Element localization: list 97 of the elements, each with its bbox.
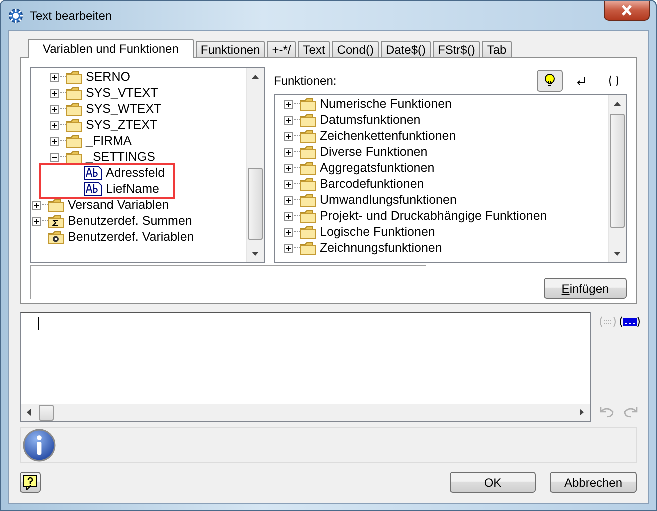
expand-icon[interactable] [50,104,59,114]
scroll-right-icon[interactable] [580,409,584,416]
folder-icon [300,113,316,127]
folder-icon [48,214,64,228]
folder-icon [66,102,82,116]
tree-item[interactable]: LiefName [106,182,160,196]
tree-item[interactable]: Aggregatsfunktionen [320,161,435,175]
folder-icon [66,150,82,164]
tab[interactable]: FStr$() [432,41,480,57]
tree-item[interactable]: Numerische Funktionen [320,97,452,111]
text-editor[interactable] [20,312,591,422]
tab[interactable]: Text [298,41,330,57]
folder-icon [66,86,82,100]
expand-icon[interactable] [284,244,293,252]
expand-icon[interactable] [284,180,293,188]
cancel-button[interactable]: Abbrechen [550,472,637,493]
tree-item[interactable]: SYS_WTEXT [86,102,162,116]
tab[interactable]: Variablen und Funktionen [28,39,194,58]
folder-icon [300,145,316,159]
expand-icon[interactable] [50,88,59,98]
folder-icon [300,97,316,111]
scrollbar[interactable] [608,95,626,262]
close-button[interactable] [604,1,650,21]
tree-item[interactable]: _FIRMA [86,134,132,148]
tree-item[interactable]: Benutzerdef. Summen [68,214,192,228]
tree-item[interactable]: SERNO [86,70,130,84]
collapse-icon[interactable] [50,152,59,162]
text-cursor [38,317,39,330]
folder-icon [48,198,64,212]
tree-item[interactable]: Versand Variablen [68,198,170,212]
tree-item[interactable]: Umwandlungsfunktionen [320,193,457,207]
scroll-left-icon[interactable] [27,409,31,416]
ok-button[interactable]: OK [450,472,536,493]
scroll-up-icon[interactable] [614,102,621,106]
scrollbar[interactable] [246,68,264,262]
text-field-icon [84,182,102,196]
expand-icon[interactable] [284,228,293,236]
expand-icon[interactable] [50,120,59,130]
tree-item[interactable]: Benutzerdef. Variablen [68,230,194,244]
tree-item[interactable]: Logische Funktionen [320,225,436,239]
expand-icon[interactable] [284,100,293,108]
folder-icon [300,129,316,143]
tree-item[interactable]: Datumsfunktionen [320,113,421,127]
window-title: Text bearbeiten [30,8,112,22]
info-icon [23,428,56,462]
wrap-icon [597,315,619,329]
lightbulb-button[interactable] [537,70,563,92]
close-icon [621,5,633,16]
tree-item[interactable]: Projekt- und Druckabhängige Funktionen [320,209,548,223]
expand-icon[interactable] [50,136,59,146]
expand-icon[interactable] [284,148,293,156]
expand-icon[interactable] [284,164,293,172]
scroll-thumb[interactable] [610,114,625,228]
tree-item[interactable]: Zeichenkettenfunktionen [320,129,456,143]
scroll-thumb[interactable] [39,404,54,420]
folder-icon [300,193,316,207]
tab[interactable]: Tab [482,41,512,57]
insert-button[interactable]: Einfügen [544,278,627,299]
tree-item[interactable]: Zeichnungsfunktionen [320,241,442,255]
folder-icon [66,70,82,84]
expand-icon[interactable] [284,116,293,124]
lightbulb-icon [542,72,558,88]
tab[interactable]: Date$() [380,41,431,57]
field-button[interactable] [619,315,641,329]
text-field-icon [84,166,102,180]
tree-item[interactable]: SYS_VTEXT [86,86,158,100]
folder-icon [300,177,316,191]
folder-icon [48,230,64,244]
scroll-down-icon[interactable] [252,252,259,256]
tab[interactable]: Funktionen [196,41,266,57]
tree-item[interactable]: SYS_ZTEXT [86,118,158,132]
help-button[interactable] [20,472,41,493]
tree-item[interactable]: _SETTINGS [86,150,156,164]
tab[interactable]: +-*/ [267,41,296,57]
expand-icon[interactable] [284,212,293,220]
expand-icon[interactable] [284,196,293,204]
folder-icon [300,161,316,175]
expand-icon[interactable] [32,216,41,226]
scroll-down-icon[interactable] [614,252,621,256]
scroll-thumb[interactable] [248,168,263,240]
expand-icon[interactable] [32,200,41,210]
tree-item[interactable]: Barcodefunktionen [320,177,424,191]
folder-icon [300,209,316,223]
field-icon [619,315,641,329]
gear-icon [8,8,24,24]
expand-icon[interactable] [284,132,293,140]
folder-icon [66,134,82,148]
tab[interactable]: Cond() [332,41,379,57]
folder-icon [66,118,82,132]
folder-icon [300,241,316,255]
tree-item[interactable]: Diverse Funktionen [320,145,428,159]
folder-icon [300,225,316,239]
scrollbar[interactable] [21,404,590,421]
scroll-up-icon[interactable] [252,74,259,78]
functions-label: Funktionen: [274,74,337,88]
expand-icon[interactable] [50,72,59,82]
tree-item[interactable]: Adressfeld [106,166,166,180]
